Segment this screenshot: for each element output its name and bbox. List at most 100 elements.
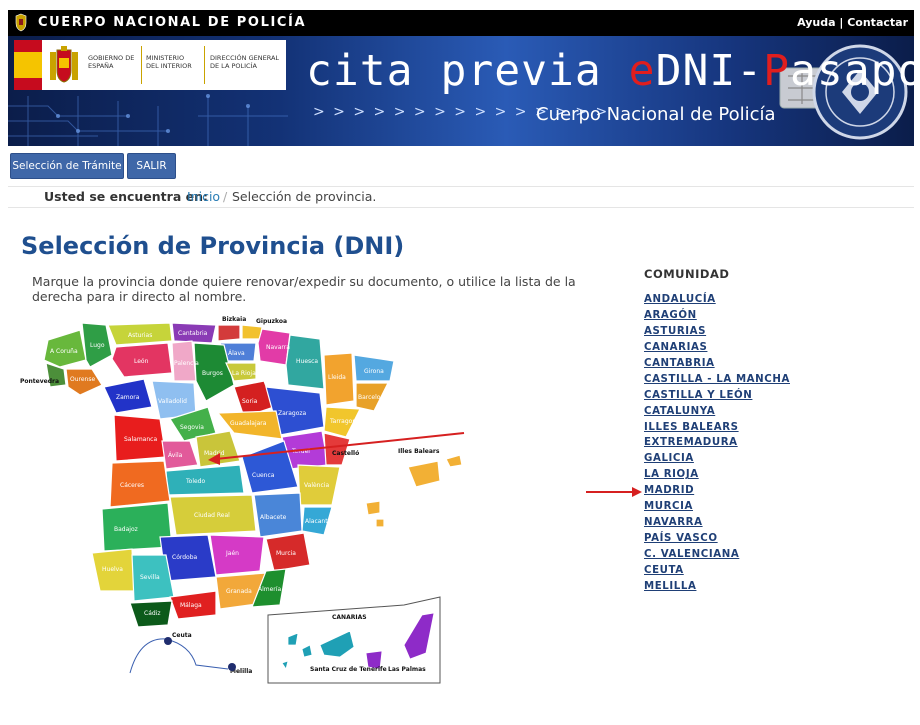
map-label: Palencia — [174, 360, 199, 367]
map-label: València — [304, 482, 329, 489]
label-tenerife: Santa Cruz de Tenerife — [310, 666, 387, 673]
page-title: Selección de Provincia (DNI) — [21, 232, 405, 260]
comunidad-heading: COMUNIDAD — [644, 267, 730, 281]
gov-divider — [141, 46, 142, 84]
map-label: Huelva — [102, 566, 123, 573]
map-label: Jaén — [225, 550, 239, 557]
province-bizkaia[interactable] — [217, 324, 241, 342]
breadcrumb: Usted se encuentra en: Inicio / Selecció… — [8, 186, 914, 208]
map-label: Cáceres — [120, 482, 144, 489]
coat-of-arms-icon — [50, 46, 78, 83]
label-gipuzkoa: Gipuzkoa — [256, 318, 287, 325]
comunidad-link[interactable]: CASTILLA Y LEÓN — [644, 388, 904, 404]
comunidad-link[interactable]: ANDALUCÍA — [644, 292, 904, 308]
province-castello[interactable] — [323, 432, 351, 466]
salir-button[interactable]: SALIR — [127, 153, 176, 179]
map-label: Girona — [364, 368, 384, 375]
comunidad-link[interactable]: MELILLA — [644, 579, 904, 595]
ceuta-marker[interactable] — [164, 637, 172, 645]
label-pontevedra: Pontevedra — [20, 378, 59, 385]
ministerio-text: MINISTERIO DEL INTERIOR — [146, 54, 192, 70]
map-label: Guadalajara — [230, 420, 267, 427]
gov-divider — [204, 46, 205, 84]
map-label: Madrid — [204, 450, 225, 457]
map-label: Ciudad Real — [194, 512, 230, 519]
map-label: Lleida — [328, 374, 346, 381]
label-bizkaia: Bizkaia — [222, 316, 246, 323]
label-las-palmas: Las Palmas — [388, 666, 426, 673]
map-label: Zamora — [116, 394, 140, 401]
links-separator: | — [839, 16, 844, 29]
map-label: Sevilla — [140, 574, 160, 581]
map-label: Tarragona — [329, 418, 360, 425]
title-part: asaporte — [790, 46, 914, 96]
comunidad-link[interactable]: CASTILLA - LA MANCHA — [644, 372, 904, 388]
map-label: León — [134, 358, 149, 365]
comunidad-link-madrid[interactable]: MADRID — [644, 483, 904, 499]
comunidad-link[interactable]: CANTABRIA — [644, 356, 904, 372]
map-label: Salamanca — [124, 436, 157, 443]
label-castello: Castelló — [332, 450, 359, 457]
map-label: Toledo — [185, 478, 205, 485]
map-label: Cádiz — [144, 610, 161, 617]
spain-province-map: A Coruña Lugo Asturias Cantabria Navarra… — [20, 315, 470, 685]
instructions-text: Marque la provincia donde quiere renovar… — [32, 274, 576, 304]
map-label: Córdoba — [172, 554, 198, 561]
comunidad-link[interactable]: C. VALENCIANA — [644, 547, 904, 563]
help-link[interactable]: Ayuda — [797, 16, 835, 29]
province-gipuzkoa[interactable] — [241, 324, 263, 340]
map-label: Barcelona — [358, 394, 388, 401]
comunidad-link[interactable]: CATALUNYA — [644, 404, 904, 420]
map-label: Murcia — [276, 550, 296, 557]
comunidad-link[interactable]: CANARIAS — [644, 340, 904, 356]
gobierno-text: GOBIERNO DE ESPAÑA — [88, 54, 135, 70]
breadcrumb-separator: / — [223, 189, 228, 204]
map-label: Cantabria — [178, 330, 208, 337]
melilla-marker[interactable] — [228, 663, 236, 671]
map-label: Badajoz — [114, 526, 138, 533]
map-label: Burgos — [202, 370, 223, 377]
map-label: Málaga — [180, 602, 202, 609]
comunidad-link[interactable]: LA RIOJA — [644, 467, 904, 483]
label-ceuta: Ceuta — [172, 632, 192, 639]
map-label: Alacant — [305, 518, 328, 525]
direccion-text: DIRECCIÓN GENERAL DE LA POLICÍA — [210, 54, 280, 70]
map-label: Ávila — [168, 452, 183, 459]
seleccion-tramite-button[interactable]: Selección de Trámite — [10, 153, 124, 179]
map-svg: A Coruña Lugo Asturias Cantabria Navarra… — [20, 316, 465, 684]
map-label: Navarra — [266, 344, 290, 351]
map-label: Albacete — [260, 514, 287, 521]
province-illes-balears[interactable] — [365, 454, 463, 528]
map-label: A Coruña — [50, 348, 78, 355]
comunidad-link[interactable]: ASTURIAS — [644, 324, 904, 340]
banner-title: cita previa eDNI-Pasaporte — [306, 46, 914, 96]
map-label: Cuenca — [252, 472, 275, 479]
comunidad-link[interactable]: EXTREMADURA — [644, 435, 904, 451]
map-label: Granada — [226, 588, 252, 595]
comunidad-link[interactable]: NAVARRA — [644, 515, 904, 531]
contact-link[interactable]: Contactar — [847, 16, 908, 29]
comunidad-link[interactable]: ILLES BALEARS — [644, 420, 904, 436]
comunidad-link[interactable]: MURCIA — [644, 499, 904, 515]
top-bar: CUERPO NACIONAL DE POLICÍA Ayuda | Conta… — [8, 10, 914, 36]
comunidad-link[interactable]: GALICIA — [644, 451, 904, 467]
map-label: La Rioja — [232, 370, 256, 377]
title-part: DNI- — [655, 46, 764, 96]
breadcrumb-current: Selección de provincia. — [232, 189, 377, 204]
comunidad-link[interactable]: ARAGÓN — [644, 308, 904, 324]
page: CUERPO NACIONAL DE POLICÍA Ayuda | Conta… — [8, 10, 914, 715]
comunidad-link[interactable]: PAÍS VASCO — [644, 531, 904, 547]
map-label: Almería — [258, 586, 281, 593]
canarias-inset: CANARIAS Santa Cruz de Tenerife Las Palm… — [267, 596, 441, 684]
breadcrumb-home-link[interactable]: Inicio — [187, 189, 220, 204]
map-label: Ourense — [70, 376, 95, 383]
map-label: Huesca — [296, 358, 318, 365]
map-label: Soria — [242, 398, 258, 405]
label-canarias: CANARIAS — [332, 614, 367, 621]
banner-subtitle: Cuerpo Nacional de Policía — [536, 104, 776, 125]
map-label: Zaragoza — [278, 410, 307, 417]
comunidad-list: COMUNIDAD ANDALUCÍA ARAGÓN ASTURIAS CANA… — [644, 267, 904, 595]
comunidad-link[interactable]: CEUTA — [644, 563, 904, 579]
map-label: Asturias — [128, 332, 152, 339]
label-illes-balears: Illes Balears — [398, 448, 440, 455]
